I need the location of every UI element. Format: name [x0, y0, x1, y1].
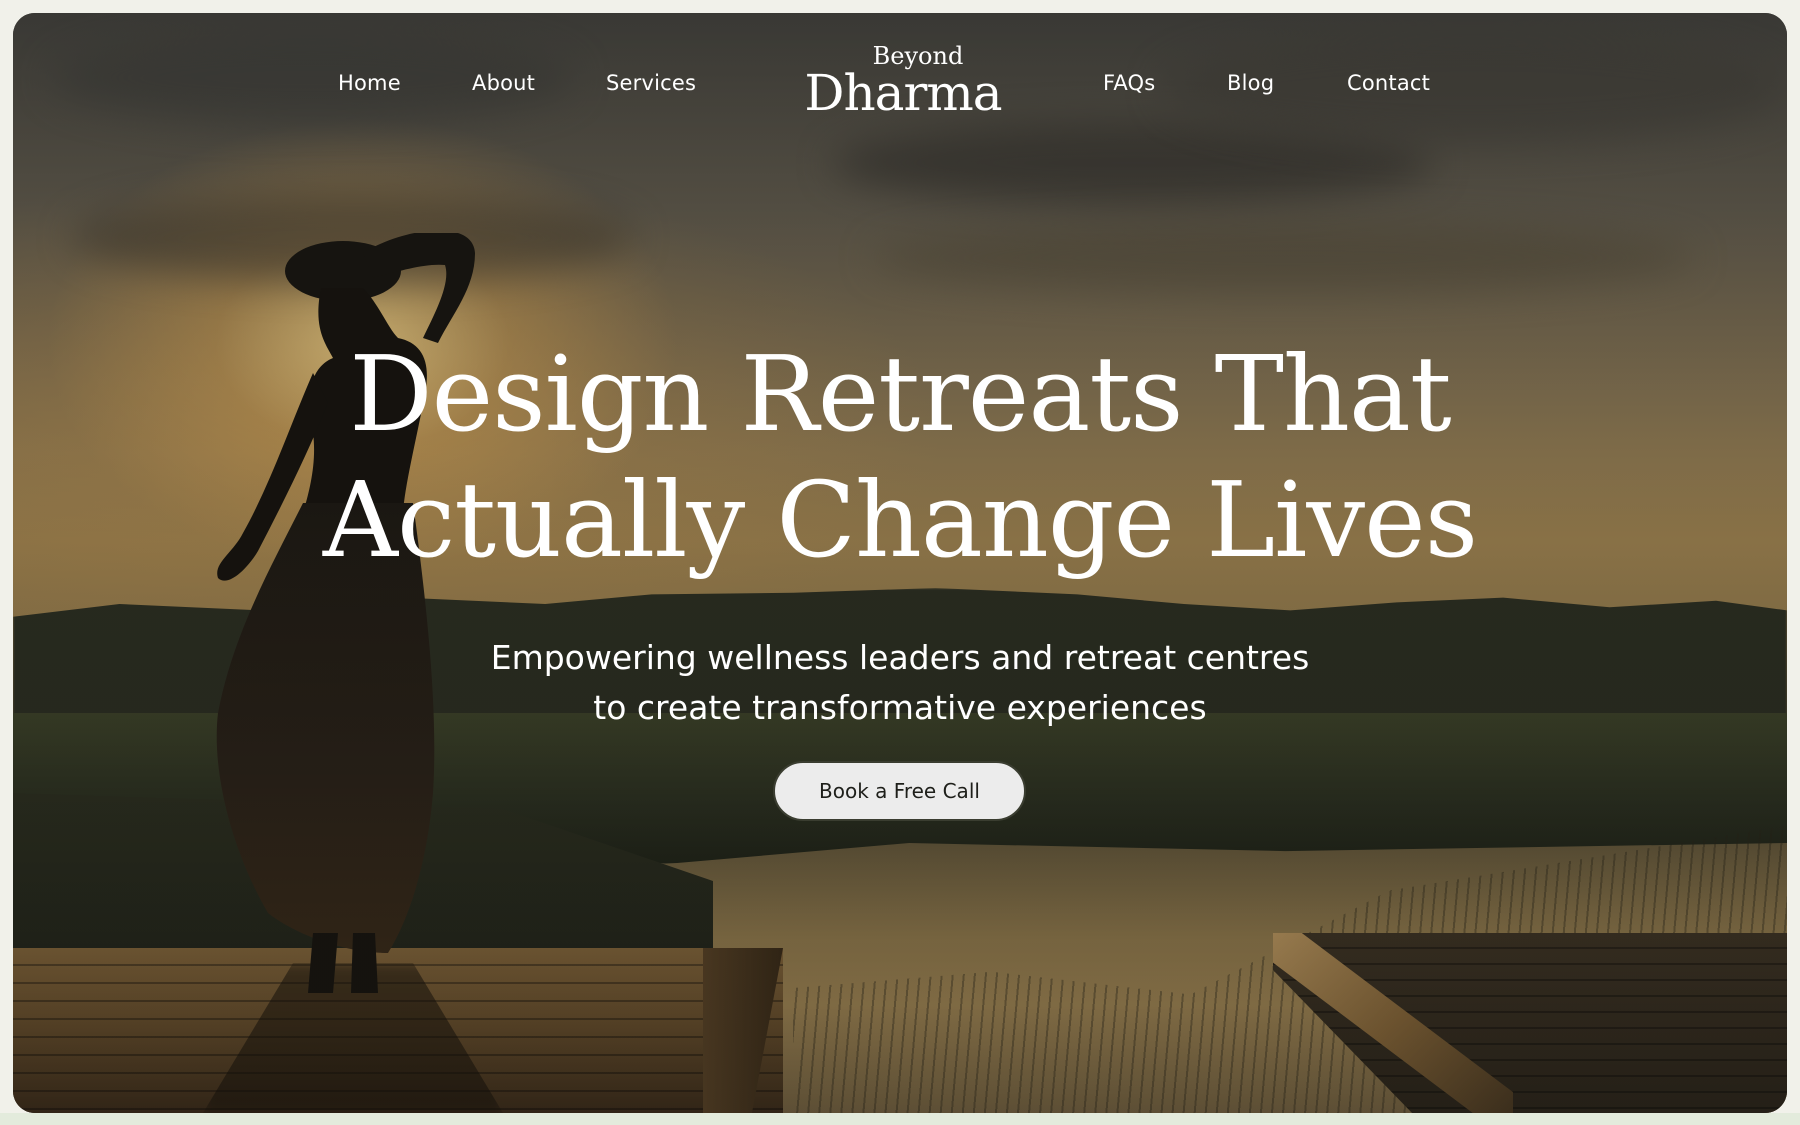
hero-subtitle-line-1: Empowering wellness leaders and retreat … [490, 638, 1310, 677]
hero-heading: Design Retreats That Actually Change Liv… [163, 331, 1637, 583]
hero-subtitle: Empowering wellness leaders and retreat … [313, 633, 1487, 733]
book-free-call-button[interactable]: Book a Free Call [773, 761, 1026, 821]
nav-contact[interactable]: Contact [1347, 71, 1430, 95]
logo-main-text: Dharma [804, 64, 1002, 122]
hero-heading-line-2: Actually Change Lives [322, 459, 1478, 581]
nav-about[interactable]: About [472, 71, 535, 95]
hero-heading-line-1: Design Retreats That [349, 333, 1451, 455]
main-navigation: Home About Services Beyond Dharma FAQs B… [13, 13, 1787, 133]
nav-services[interactable]: Services [606, 71, 696, 95]
hero-section: Home About Services Beyond Dharma FAQs B… [13, 13, 1787, 1113]
page-bottom-strip [0, 1113, 1800, 1125]
nav-home[interactable]: Home [338, 71, 401, 95]
nav-faqs[interactable]: FAQs [1103, 71, 1155, 95]
hero-subtitle-line-2: to create transformative experiences [593, 688, 1207, 727]
brand-logo[interactable]: Beyond Dharma [798, 43, 1008, 123]
nav-blog[interactable]: Blog [1227, 71, 1274, 95]
